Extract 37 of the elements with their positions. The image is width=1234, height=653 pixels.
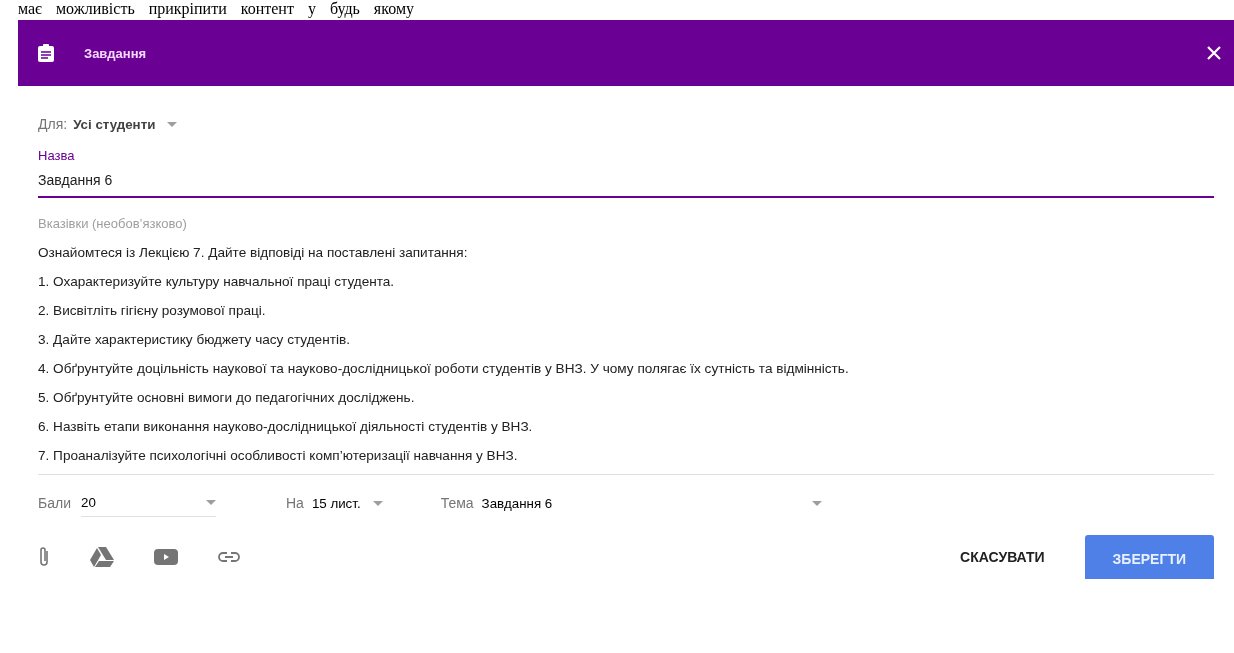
- document-text: має можливість прикріпити контент у будь якому: [17, 1, 415, 17]
- instruction-text: 1. Охарактеризуйте культуру навчальної праці студента.: [38, 273, 396, 291]
- attach-file-button[interactable]: [38, 546, 50, 568]
- dropdown-caret-icon: [372, 500, 383, 506]
- topic-label: Тема: [440, 495, 474, 511]
- title-label: Назва: [38, 148, 75, 163]
- dialog-title: Завдання: [84, 45, 148, 61]
- instructions-label: Вказівки (необов’язково): [38, 216, 187, 231]
- students-dropdown[interactable]: Усі студенти: [73, 116, 178, 132]
- close-icon: [1206, 45, 1222, 61]
- drive-button[interactable]: [90, 547, 114, 567]
- topic-dropdown[interactable]: Завдання 6: [481, 495, 822, 511]
- instruction-text: 7. Проаналізуйте психологічні особливості комп’ютеризації навчання у ВНЗ.: [38, 447, 519, 465]
- for-label: Для:: [38, 116, 68, 132]
- cancel-button[interactable]: СКАСУВАТИ: [944, 539, 1061, 575]
- dropdown-caret-icon: [167, 121, 178, 127]
- play-video-icon: [154, 549, 178, 565]
- due-date-dropdown[interactable]: 15 лист.: [311, 495, 383, 511]
- close-button[interactable]: [1206, 45, 1222, 61]
- instruction-text: 2. Висвітліть гігієну розумової праці.: [38, 302, 267, 320]
- triangle-drive-icon: [90, 547, 114, 567]
- instruction-text: 6. Назвіть етапи виконання науково-дослідницької діяльності студентів у ВНЗ.: [38, 418, 534, 436]
- instruction-text: 4. Обґрунтуйте доцільність наукової та науково-дослідницької роботи студентів у ВНЗ. У чому полягає їх сутність та відмінність.: [38, 360, 850, 378]
- due-label: На: [285, 495, 304, 511]
- points-dropdown[interactable]: 20: [80, 489, 216, 517]
- instruction-text: 3. Дайте характеристику бюджету часу студентів.: [38, 331, 351, 349]
- paperclip-icon: [38, 546, 50, 568]
- title-field[interactable]: Завдання 6: [38, 164, 1214, 198]
- link-icon: [218, 551, 240, 563]
- instruction-text: 5. Обґрунтуйте основні вимоги до педагогічних досліджень.: [38, 389, 416, 407]
- clipboard-icon: [38, 44, 54, 62]
- points-label: Бали: [38, 495, 71, 511]
- dropdown-caret-icon: [811, 500, 822, 506]
- dropdown-caret-icon: [205, 500, 216, 505]
- video-button[interactable]: [154, 549, 178, 565]
- instruction-text: Ознайомтеся із Лекцією 7. Дайте відповіді на поставлені запитання:: [38, 244, 469, 262]
- link-button[interactable]: [218, 551, 240, 563]
